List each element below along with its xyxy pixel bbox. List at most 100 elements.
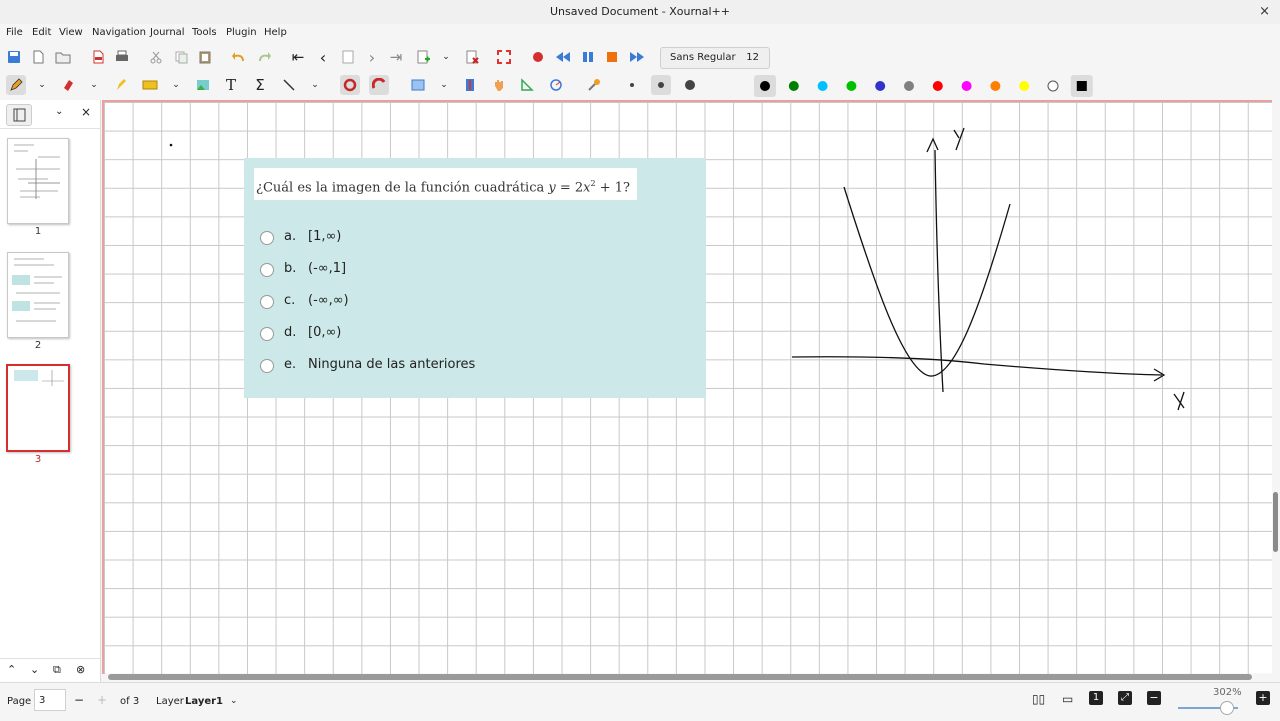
color-swatch-5[interactable] xyxy=(875,81,886,91)
medium-thickness-icon[interactable] xyxy=(651,75,671,95)
stop-icon[interactable] xyxy=(602,47,622,67)
open-folder-icon[interactable] xyxy=(53,47,73,67)
menu-help[interactable]: Help xyxy=(264,27,287,38)
undo-icon[interactable] xyxy=(229,47,249,67)
menu-view[interactable]: View xyxy=(59,27,83,38)
eraser-options-dropdown-icon[interactable]: ⌄ xyxy=(84,75,104,95)
move-page-down-icon[interactable]: ⌄ xyxy=(30,663,39,676)
close-window-button[interactable]: × xyxy=(1259,0,1270,24)
pen-tool-icon[interactable] xyxy=(6,75,26,95)
page-thumbnail-2[interactable] xyxy=(7,252,69,338)
presentation-mode-icon[interactable]: ▭ xyxy=(1062,692,1073,706)
shape-options-dropdown-icon[interactable]: ⌄ xyxy=(434,75,454,95)
color-swatch-4[interactable] xyxy=(846,81,857,91)
page-thumbnail-1[interactable] xyxy=(7,138,69,224)
layer-selector[interactable]: Layer1 xyxy=(185,696,223,707)
insert-page-dropdown-icon[interactable]: ⌄ xyxy=(436,47,456,67)
document-canvas[interactable]: ¿Cuál es la imagen de la función cuadrát… xyxy=(102,100,1272,674)
layer-dropdown-icon[interactable]: ⌄ xyxy=(230,696,238,706)
sidebar-header: ⌄ × xyxy=(0,100,100,129)
first-page-icon[interactable]: ⇤ xyxy=(288,47,308,67)
line-options-dropdown-icon[interactable]: ⌄ xyxy=(305,75,325,95)
color-swatch-2[interactable] xyxy=(788,81,799,91)
color-swatch-1[interactable] xyxy=(760,81,770,91)
menu-tools[interactable]: Tools xyxy=(192,27,217,38)
previous-page-icon[interactable]: ‹ xyxy=(313,47,333,67)
hand-tool-icon[interactable] xyxy=(489,75,509,95)
vertical-scrollbar[interactable] xyxy=(1272,100,1280,682)
rectangle-tool-icon[interactable] xyxy=(408,75,428,95)
image-tool-icon[interactable] xyxy=(193,75,213,95)
move-page-up-icon[interactable]: ⌃ xyxy=(7,663,16,676)
last-page-icon[interactable]: ⇥ xyxy=(386,47,406,67)
selection-options-dropdown-icon[interactable]: ⌄ xyxy=(166,75,186,95)
new-document-icon[interactable] xyxy=(28,47,48,67)
latex-tool-icon[interactable]: Σ xyxy=(250,75,270,95)
save-icon[interactable] xyxy=(4,47,24,67)
cut-icon[interactable] xyxy=(146,47,166,67)
zoom-fit-icon[interactable]: ⤢ xyxy=(1118,691,1132,705)
horizontal-scrollbar[interactable] xyxy=(108,674,1252,680)
menu-plugin[interactable]: Plugin xyxy=(226,27,257,38)
menu-journal[interactable]: Journal xyxy=(150,27,185,38)
page-decrement-button[interactable]: − xyxy=(74,693,84,707)
delete-page-sidebar-icon[interactable]: ⊗ xyxy=(76,663,85,676)
dual-page-icon[interactable]: ▯▯ xyxy=(1032,692,1045,706)
ruler-snap-icon[interactable] xyxy=(369,75,389,95)
copy-icon[interactable] xyxy=(171,47,191,67)
pause-icon[interactable] xyxy=(578,47,598,67)
color-swatch-7[interactable] xyxy=(932,81,943,91)
line-tool-icon[interactable] xyxy=(279,75,299,95)
close-sidebar-icon[interactable]: × xyxy=(81,105,91,119)
sidebar-mode-button[interactable] xyxy=(6,104,32,126)
color-swatch-9[interactable] xyxy=(990,81,1001,91)
eraser-tool-icon[interactable] xyxy=(58,75,78,95)
fill-color-icon[interactable] xyxy=(718,75,738,95)
vertical-scroll-thumb[interactable] xyxy=(1273,492,1278,552)
zoom-100-icon[interactable]: 1 xyxy=(1089,691,1103,705)
color-swatch-3[interactable] xyxy=(817,81,828,91)
zoom-in-icon[interactable]: + xyxy=(1256,691,1270,705)
paste-icon[interactable] xyxy=(195,47,215,67)
menu-file[interactable]: File xyxy=(6,27,23,38)
copy-page-icon[interactable]: ⧉ xyxy=(53,663,61,677)
zoom-slider-knob[interactable] xyxy=(1220,701,1234,715)
insert-page-icon[interactable] xyxy=(413,47,433,67)
delete-page-icon[interactable] xyxy=(462,47,482,67)
print-icon[interactable] xyxy=(112,47,132,67)
color-swatch-8[interactable] xyxy=(961,81,972,91)
fast-forward-icon[interactable] xyxy=(627,47,647,67)
next-page-icon[interactable]: › xyxy=(362,47,382,67)
page-increment-button[interactable]: + xyxy=(97,693,107,707)
sidebar-footer: ⌃ ⌄ ⧉ ⊗ xyxy=(0,658,100,683)
text-selection-icon[interactable] xyxy=(140,75,160,95)
rewind-icon[interactable] xyxy=(553,47,573,67)
goto-page-icon[interactable] xyxy=(338,47,358,67)
vertical-space-icon[interactable] xyxy=(460,75,480,95)
text-tool-icon[interactable]: T xyxy=(221,75,241,95)
color-swatch-6[interactable] xyxy=(904,81,914,91)
compass-icon[interactable] xyxy=(546,75,566,95)
export-pdf-icon[interactable] xyxy=(88,47,108,67)
setsquare-icon[interactable] xyxy=(517,75,537,95)
highlighter-tool-icon[interactable] xyxy=(110,75,130,95)
sidebar-dropdown-icon[interactable]: ⌄ xyxy=(55,106,63,117)
menu-edit[interactable]: Edit xyxy=(32,27,51,38)
menu-navigation[interactable]: Navigation xyxy=(92,27,146,38)
default-tool-icon[interactable] xyxy=(584,75,604,95)
record-icon[interactable] xyxy=(528,47,548,67)
color-swatch-11[interactable] xyxy=(1047,80,1059,92)
page-thumbnail-3[interactable] xyxy=(6,364,70,452)
color-swatch-10[interactable] xyxy=(1019,81,1030,91)
page-number-field[interactable]: 3 xyxy=(34,689,66,711)
shape-recognizer-icon[interactable] xyxy=(340,75,360,95)
font-selector-button[interactable]: Sans Regular 12 xyxy=(660,47,770,69)
thick-thickness-icon[interactable] xyxy=(680,75,700,95)
window-title: Unsaved Document - Xournal++ xyxy=(550,5,730,18)
fine-thickness-icon[interactable] xyxy=(622,75,642,95)
redo-icon[interactable] xyxy=(254,47,274,67)
fullscreen-icon[interactable] xyxy=(494,47,514,67)
zoom-out-icon[interactable]: − xyxy=(1147,691,1161,705)
custom-color-icon[interactable] xyxy=(1076,81,1087,91)
pen-options-dropdown-icon[interactable]: ⌄ xyxy=(32,75,52,95)
